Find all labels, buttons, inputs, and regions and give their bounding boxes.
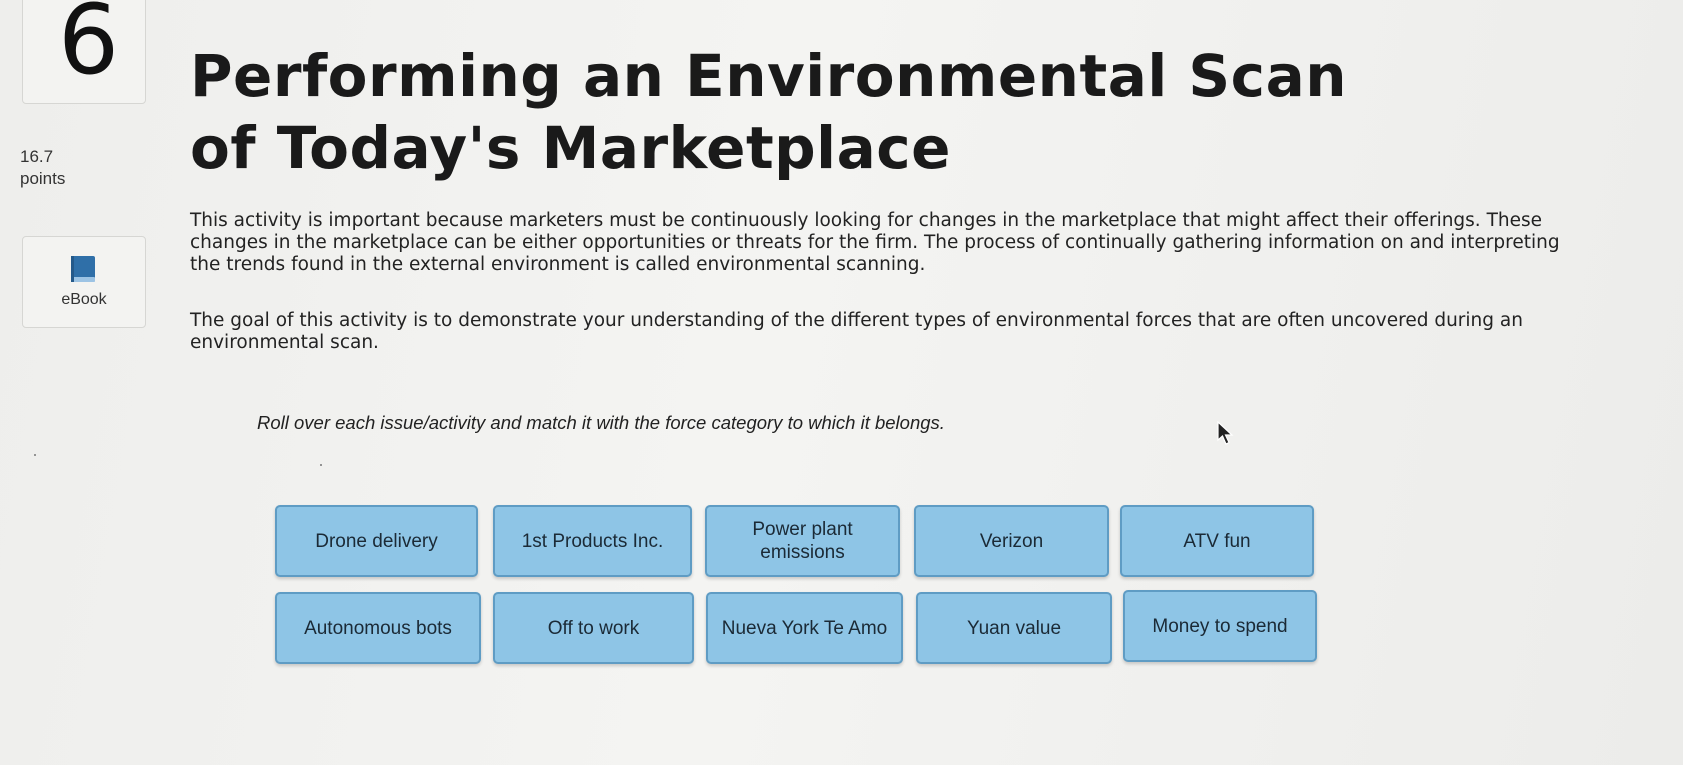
instruction-text: Roll over each issue/activity and match … [257, 412, 945, 433]
tile-off-to-work[interactable]: Off to work [493, 592, 694, 664]
tile-nueva-york-te-amo[interactable]: Nueva York Te Amo [706, 592, 903, 664]
book-icon [71, 256, 95, 282]
tile-power-plant-emissions[interactable]: Power plant emissions [705, 505, 900, 577]
screen-speck [34, 454, 36, 456]
tile-atv-fun[interactable]: ATV fun [1120, 505, 1314, 577]
tile-verizon[interactable]: Verizon [914, 505, 1109, 577]
tile-1st-products[interactable]: 1st Products Inc. [493, 505, 692, 577]
tile-yuan-value[interactable]: Yuan value [916, 592, 1112, 664]
page-title: Performing an Environmental Scan of Toda… [190, 42, 1347, 182]
mouse-cursor-icon [1217, 421, 1234, 445]
points-value: 16.7 [20, 147, 54, 166]
points-display: 16.7 points [20, 146, 65, 190]
ebook-button[interactable]: eBook [22, 236, 146, 328]
tile-money-to-spend[interactable]: Money to spend [1123, 590, 1317, 662]
intro-paragraph: This activity is important because marke… [190, 210, 1560, 275]
question-number: 6 [58, 0, 120, 96]
points-label: points [20, 169, 66, 188]
tile-drone-delivery[interactable]: Drone delivery [275, 505, 478, 577]
goal-paragraph: The goal of this activity is to demonstr… [190, 310, 1523, 353]
screen-speck [320, 464, 322, 466]
tile-autonomous-bots[interactable]: Autonomous bots [275, 592, 481, 664]
ebook-label: eBook [61, 291, 107, 308]
